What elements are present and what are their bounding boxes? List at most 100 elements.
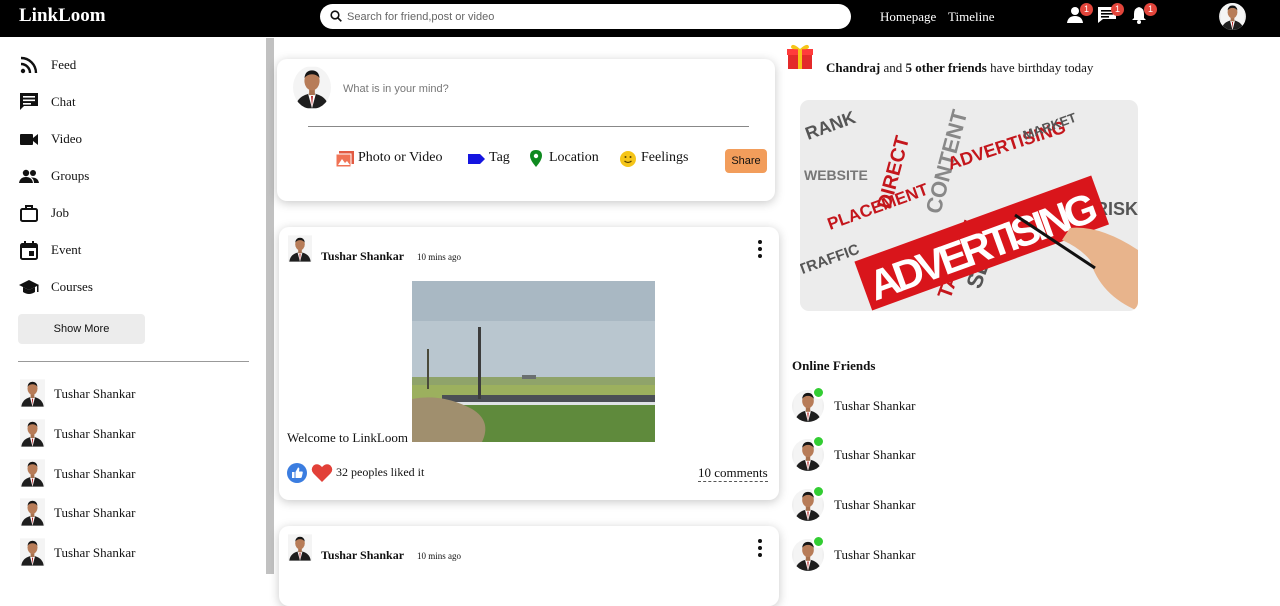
messages-badge: 1 <box>1111 3 1124 16</box>
sidebar-scrollbar[interactable] <box>266 38 274 574</box>
friend-name: Tushar Shankar <box>54 505 136 520</box>
friend-list-item[interactable]: Tushar Shankar <box>20 459 240 487</box>
avatar <box>20 419 45 447</box>
friend-name: Tushar Shankar <box>834 398 916 413</box>
left-sidebar: Feed Chat Video Groups Job Event Courses… <box>0 38 266 574</box>
rss-icon <box>20 56 38 74</box>
ad-word: WEBSITE <box>804 167 868 183</box>
birthday-name[interactable]: Chandraj <box>826 60 880 75</box>
photo-video-option[interactable]: Photo or Video <box>335 148 455 170</box>
school-icon <box>19 280 39 294</box>
messages-button[interactable]: 1 <box>1097 3 1124 26</box>
online-friend-item[interactable]: Tushar Shankar <box>792 535 992 571</box>
friend-list-item[interactable]: Tushar Shankar <box>20 498 240 526</box>
tag-option[interactable]: Tag <box>467 148 517 170</box>
location-option[interactable]: Location <box>528 148 608 170</box>
friend-name: Tushar Shankar <box>834 447 916 462</box>
profile-avatar[interactable] <box>1219 3 1246 30</box>
sidebar-item-video[interactable]: Video <box>19 127 219 151</box>
sidebar-item-label: Chat <box>51 94 76 109</box>
search-input[interactable] <box>347 4 837 29</box>
avatar <box>20 498 45 526</box>
feelings-option[interactable]: Feelings <box>619 148 714 170</box>
sidebar-item-courses[interactable]: Courses <box>19 275 219 299</box>
friend-name: Tushar Shankar <box>54 466 136 481</box>
sidebar-item-label: Job <box>51 205 70 220</box>
share-card: Photo or Video Tag Location Feelings Sha… <box>277 59 775 201</box>
timeline-link[interactable]: Timeline <box>948 9 994 25</box>
online-status-dot <box>812 435 825 448</box>
post-image[interactable] <box>412 281 655 442</box>
app-logo[interactable]: LinkLoom <box>19 5 106 27</box>
birthday-connector: and <box>880 60 906 75</box>
online-status-dot <box>812 485 825 498</box>
friend-list-item[interactable]: Tushar Shankar <box>20 379 240 407</box>
friend-name: Tushar Shankar <box>54 545 136 560</box>
heart-icon[interactable] <box>311 463 333 483</box>
notifications-button[interactable]: 1 <box>1130 3 1157 26</box>
birthday-text: Chandraj and 5 other friends have birthd… <box>826 60 1093 76</box>
post-username[interactable]: Tushar Shankar <box>321 548 404 563</box>
groups-icon <box>19 169 39 183</box>
search-icon <box>330 10 342 22</box>
online-status-dot <box>812 535 825 548</box>
like-icon[interactable] <box>287 463 307 483</box>
avatar[interactable] <box>288 235 312 262</box>
avatar[interactable] <box>288 534 312 561</box>
post-time: 10 mins ago <box>417 252 461 262</box>
friend-list-item[interactable]: Tushar Shankar <box>20 419 240 447</box>
sidebar-item-event[interactable]: Event <box>19 238 219 262</box>
friend-name: Tushar Shankar <box>54 386 136 401</box>
avatar <box>20 459 45 487</box>
avatar <box>293 66 331 109</box>
chat-icon <box>20 93 38 110</box>
post-username[interactable]: Tushar Shankar <box>321 249 404 264</box>
sidebar-divider <box>18 361 249 362</box>
option-label: Location <box>549 150 599 165</box>
notifications-badge: 1 <box>1144 3 1157 16</box>
sidebar-item-groups[interactable]: Groups <box>19 164 219 188</box>
photo-icon <box>335 151 354 168</box>
friend-requests-badge: 1 <box>1080 3 1093 16</box>
avatar <box>20 538 45 566</box>
search-bar[interactable] <box>320 4 851 29</box>
tag-icon <box>468 154 485 164</box>
sidebar-item-label: Groups <box>51 168 90 183</box>
friend-name: Tushar Shankar <box>834 547 916 562</box>
post-card: Tushar Shankar 10 mins ago Welcome to Li… <box>279 227 779 500</box>
like-count: 32 peoples liked it <box>336 465 425 479</box>
more-vert-icon[interactable] <box>753 239 767 259</box>
friend-requests-button[interactable]: 1 <box>1066 3 1093 26</box>
option-label: Feelings <box>641 150 689 165</box>
gift-icon <box>787 44 813 69</box>
sidebar-item-label: Feed <box>51 57 77 72</box>
share-input[interactable] <box>343 81 723 97</box>
online-status-dot <box>812 386 825 399</box>
online-friends-title: Online Friends <box>792 358 876 373</box>
friend-name: Tushar Shankar <box>54 426 136 441</box>
video-icon <box>20 134 38 145</box>
option-label: Photo or Video <box>358 150 443 165</box>
sidebar-item-job[interactable]: Job <box>19 201 219 225</box>
advertisement-image[interactable]: RANK WEBSITE DIRECT CONTENT ADVERTISING … <box>800 100 1138 311</box>
more-vert-icon[interactable] <box>753 538 767 558</box>
online-friend-item[interactable]: Tushar Shankar <box>792 485 992 521</box>
top-bar: LinkLoom Homepage Timeline 1 1 1 <box>0 0 1280 37</box>
friend-list-item[interactable]: Tushar Shankar <box>20 538 240 566</box>
location-pin-icon <box>530 150 542 167</box>
sidebar-item-feed[interactable]: Feed <box>19 53 219 77</box>
sidebar-item-chat[interactable]: Chat <box>19 90 219 114</box>
friend-name: Tushar Shankar <box>834 497 916 512</box>
smiley-icon <box>620 151 636 167</box>
show-more-button[interactable]: Show More <box>18 314 145 344</box>
avatar <box>20 379 45 407</box>
post-time: 10 mins ago <box>417 551 461 561</box>
homepage-link[interactable]: Homepage <box>880 9 936 25</box>
online-friend-item[interactable]: Tushar Shankar <box>792 435 992 471</box>
sidebar-item-label: Video <box>51 131 82 146</box>
birthday-others[interactable]: 5 other friends <box>905 60 986 75</box>
share-divider <box>308 126 749 127</box>
online-friend-item[interactable]: Tushar Shankar <box>792 386 992 422</box>
comments-link[interactable]: 10 comments <box>698 465 768 482</box>
share-button[interactable]: Share <box>725 149 767 173</box>
